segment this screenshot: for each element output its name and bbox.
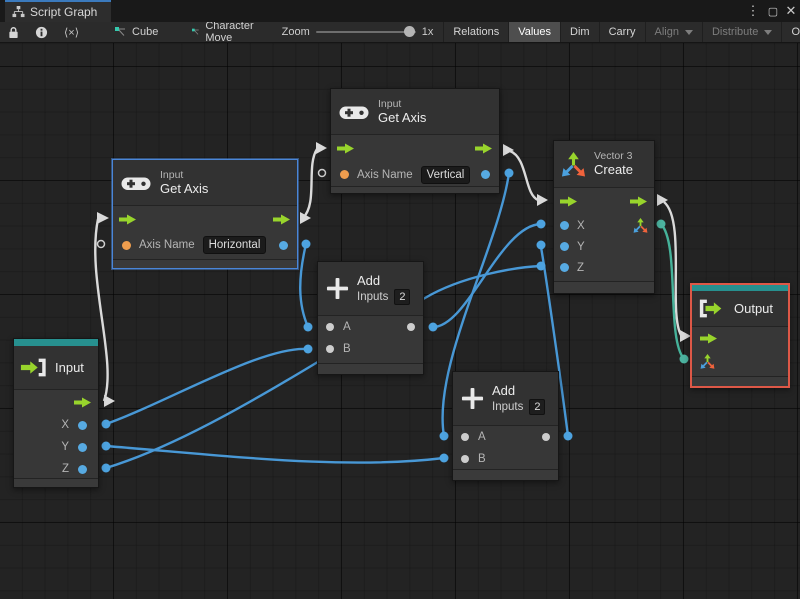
node-header: Input: [14, 346, 98, 390]
plus-icon: [326, 277, 349, 300]
input-bracket-icon: [20, 357, 48, 378]
node-header: Input Get Axis: [113, 160, 297, 206]
control-output-arrow-icon[interactable]: [273, 214, 291, 225]
port-row-a: A: [453, 426, 558, 448]
vector3-output-port[interactable]: [633, 218, 648, 233]
axis-name-field[interactable]: Horizontal: [202, 236, 267, 254]
inputs-label: Inputs: [357, 290, 389, 303]
value-input-port-a[interactable]: [326, 323, 334, 331]
wire-control-vertical-to-create[interactable]: [509, 149, 539, 202]
node-vector3-create[interactable]: Vector 3 Create X Y Z: [553, 140, 655, 294]
node-subtitle: Vector 3: [594, 150, 633, 162]
control-flow-row: [554, 188, 654, 215]
axis-name-row: Axis Name Vertical: [331, 162, 499, 187]
inputs-count-field[interactable]: 2: [394, 288, 411, 305]
control-output-arrow-icon[interactable]: [630, 196, 648, 207]
float-input-port-y[interactable]: [560, 242, 569, 251]
float-output-port-x[interactable]: [78, 420, 87, 430]
node-title: Create: [594, 162, 634, 177]
node-title: Get Axis: [378, 109, 427, 125]
port-row-b: B: [318, 338, 423, 360]
inputs-label: Inputs: [492, 400, 524, 413]
axis-name-label: Axis Name: [357, 168, 413, 181]
node-graph-input[interactable]: Input X Y Z: [13, 338, 99, 488]
axis-name-row: Axis Name Horizontal: [113, 232, 297, 258]
node-title: Output: [734, 300, 774, 316]
float-output-port-y[interactable]: [78, 442, 87, 452]
float-input-port-x[interactable]: [560, 221, 569, 230]
node-footer[interactable]: [331, 186, 499, 193]
node-add-top[interactable]: Add Inputs 2 A B: [317, 261, 424, 375]
plus-icon: [461, 387, 484, 410]
string-input-port[interactable]: [122, 240, 131, 250]
node-footer[interactable]: [113, 259, 297, 268]
subgraph-strip: [14, 339, 98, 346]
port-row-a: A: [318, 316, 423, 338]
control-input-arrow-icon[interactable]: [560, 196, 578, 207]
node-header: Input Get Axis: [331, 89, 499, 135]
node-title: Get Axis: [160, 180, 209, 196]
node-graph-output[interactable]: Output: [690, 283, 790, 388]
node-footer[interactable]: [453, 469, 558, 480]
vector-input-row: [692, 350, 788, 373]
control-flow-row: [113, 206, 297, 232]
wire-horizontal-to-add1-a[interactable]: [299, 243, 310, 328]
vector3-input-port[interactable]: [700, 354, 715, 369]
port-row-b: B: [453, 448, 558, 470]
inputs-count-field[interactable]: 2: [529, 398, 546, 415]
vector3-icon: [561, 152, 586, 177]
port-row-z: Z: [14, 458, 98, 480]
port-row-x: X: [14, 414, 98, 436]
control-input-arrow-icon[interactable]: [337, 143, 355, 154]
node-header: Output: [692, 291, 788, 327]
node-footer[interactable]: [14, 478, 98, 487]
float-output-port-z[interactable]: [78, 464, 87, 474]
node-header: Add Inputs 2: [318, 262, 423, 316]
value-input-port-b[interactable]: [326, 345, 334, 353]
port-row-y: Y: [554, 236, 654, 257]
node-subtitle: Input: [160, 168, 184, 181]
node-footer[interactable]: [554, 281, 654, 293]
node-title: Input: [55, 359, 84, 375]
sum-output-port[interactable]: [407, 323, 415, 331]
sum-output-port[interactable]: [542, 433, 550, 441]
node-footer[interactable]: [692, 376, 788, 386]
wire-add1-to-create-x[interactable]: [432, 222, 542, 329]
gamepad-icon: [121, 174, 151, 192]
float-output-port[interactable]: [481, 170, 490, 179]
node-add-bottom[interactable]: Add Inputs 2 A B: [452, 371, 559, 481]
node-subtitle: Input: [378, 97, 402, 110]
string-input-port[interactable]: [340, 170, 349, 179]
node-title: Add: [492, 382, 516, 398]
float-input-port-z[interactable]: [560, 263, 569, 272]
node-footer[interactable]: [318, 363, 423, 374]
axis-name-label: Axis Name: [139, 239, 195, 251]
node-header: Vector 3 Create: [554, 141, 654, 188]
port-row-y: Y: [14, 436, 98, 458]
control-input-arrow-icon[interactable]: [119, 214, 137, 225]
value-input-port-a[interactable]: [461, 433, 469, 441]
control-output-arrow-icon[interactable]: [74, 397, 92, 408]
node-get-axis-horizontal[interactable]: Input Get Axis Axis Name Horizontal: [112, 159, 298, 269]
control-input-arrow-icon[interactable]: [700, 333, 718, 344]
node-get-axis-vertical[interactable]: Input Get Axis Axis Name Vertical: [330, 88, 500, 194]
control-flow-row: [692, 327, 788, 350]
control-output-arrow-icon[interactable]: [475, 143, 493, 154]
axis-name-field[interactable]: Vertical: [420, 165, 471, 184]
control-flow-row: [14, 390, 98, 414]
gamepad-icon: [339, 103, 369, 121]
node-header: Add Inputs 2: [453, 372, 558, 426]
float-output-port[interactable]: [279, 240, 288, 250]
value-input-port-b[interactable]: [461, 455, 469, 463]
port-row-z: Z: [554, 257, 654, 278]
output-bracket-icon: [698, 298, 726, 319]
node-title: Add: [357, 272, 381, 288]
control-flow-row: [331, 135, 499, 162]
wire-control-horizontal-to-vertical[interactable]: [302, 148, 319, 219]
port-row-x: X: [554, 215, 654, 236]
